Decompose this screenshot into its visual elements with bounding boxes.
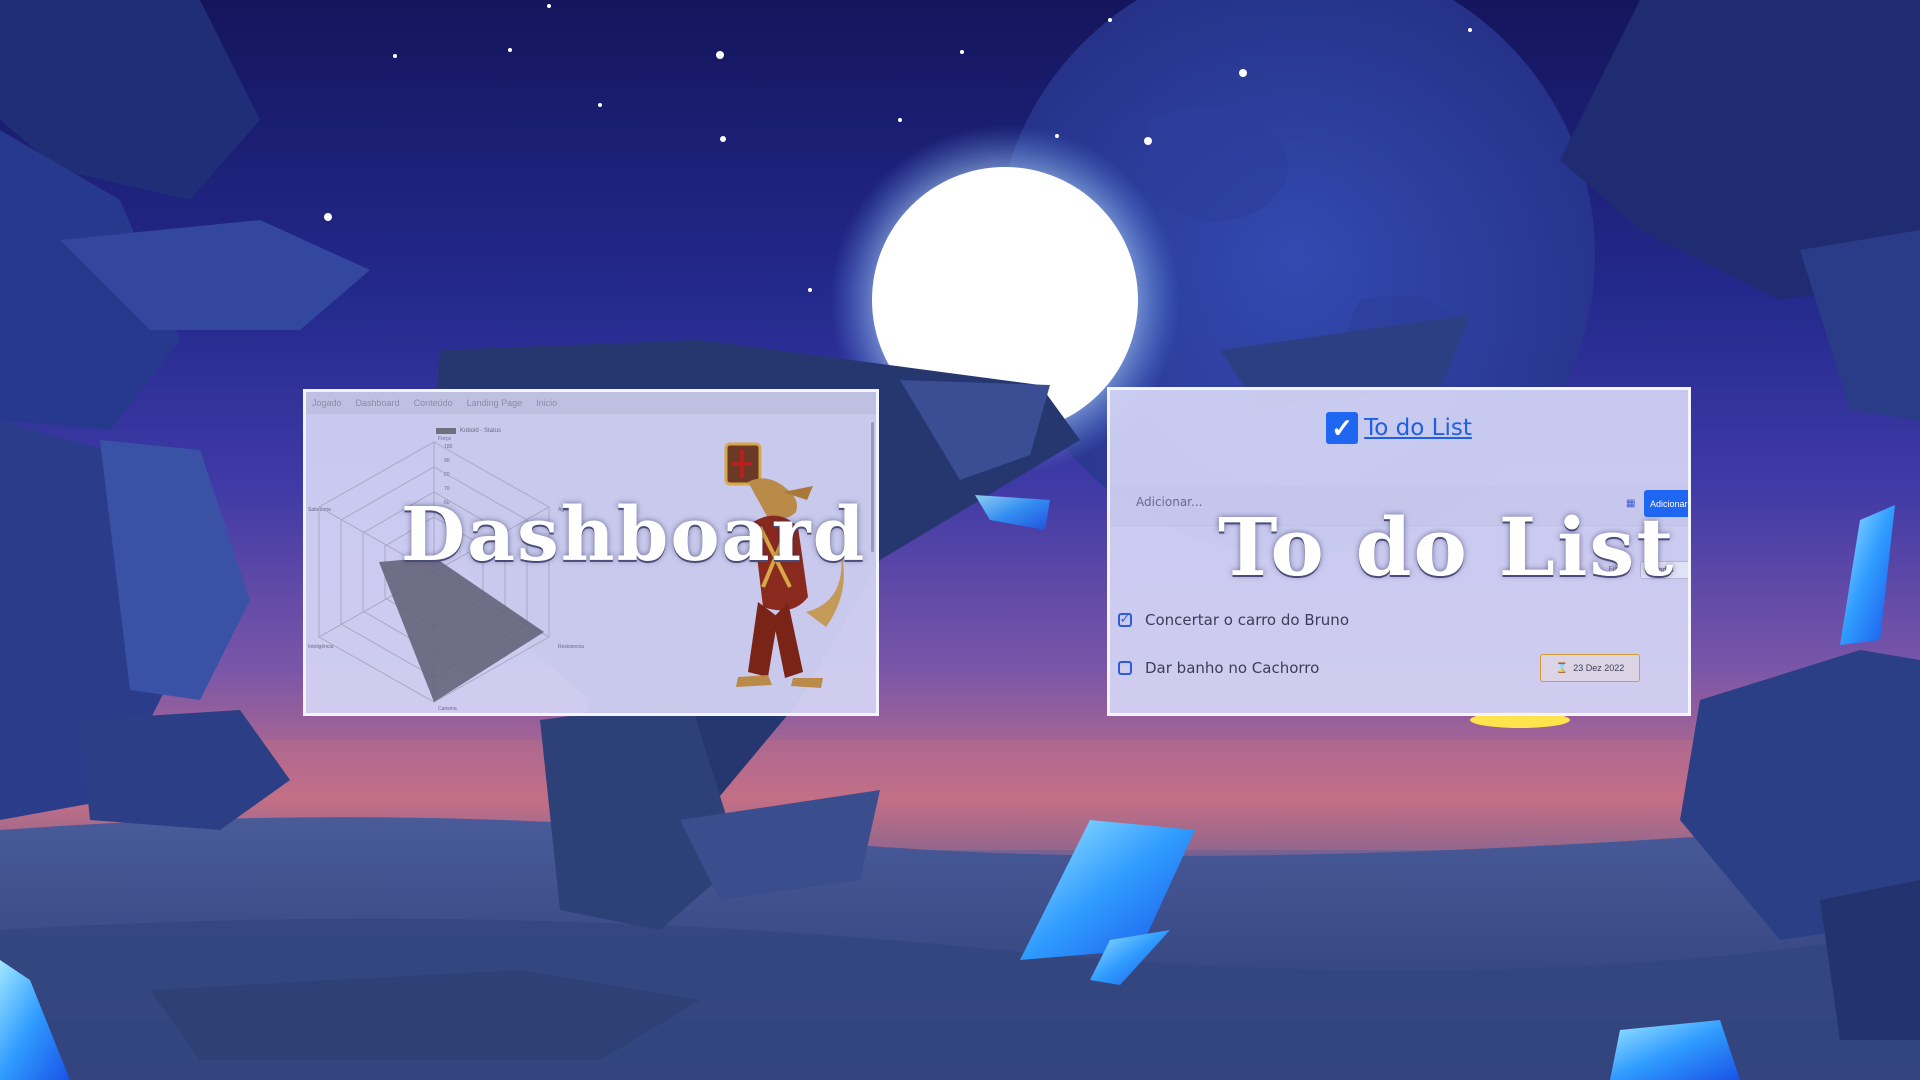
nav-item: Dashboard	[355, 398, 400, 408]
todo-card-title: To do List	[1218, 500, 1676, 594]
task-checkbox[interactable]	[1118, 661, 1132, 675]
dashboard-preview-nav: Jogado Dashboard Conteúdo Landing Page I…	[306, 392, 876, 414]
nav-item: Inicio	[536, 398, 558, 408]
todo-app-header: ✓ To do List	[1110, 412, 1688, 444]
task-item[interactable]: ✓ Concertar o carro do Bruno	[1118, 611, 1349, 629]
dashboard-card-title: Dashboard	[401, 492, 867, 578]
hourglass-icon: ⌛	[1555, 662, 1569, 674]
todo-header-link[interactable]: To do List	[1364, 415, 1472, 441]
nav-item: Conteúdo	[413, 398, 453, 408]
nav-item: Landing Page	[466, 398, 523, 408]
task-item[interactable]: Dar banho no Cachorro	[1118, 659, 1319, 677]
due-date-badge: ⌛ 23 Dez 2022	[1540, 654, 1640, 682]
task-checkbox-checked[interactable]: ✓	[1118, 613, 1132, 627]
nav-item: Jogado	[312, 398, 342, 408]
task-text: Dar banho no Cachorro	[1145, 659, 1320, 677]
todo-project-card[interactable]: ✓ To do List ▦ Adicionar Filtro Todas ✓ …	[1107, 387, 1691, 716]
task-text: Concertar o carro do Bruno	[1145, 611, 1349, 629]
wallpaper-scene: Jogado Dashboard Conteúdo Landing Page I…	[0, 0, 1920, 1080]
dashboard-project-card[interactable]: Jogado Dashboard Conteúdo Landing Page I…	[303, 389, 879, 716]
preview-scrollbar	[871, 422, 874, 552]
due-date-text: 23 Dez 2022	[1573, 663, 1625, 673]
check-square-icon: ✓	[1326, 412, 1359, 444]
